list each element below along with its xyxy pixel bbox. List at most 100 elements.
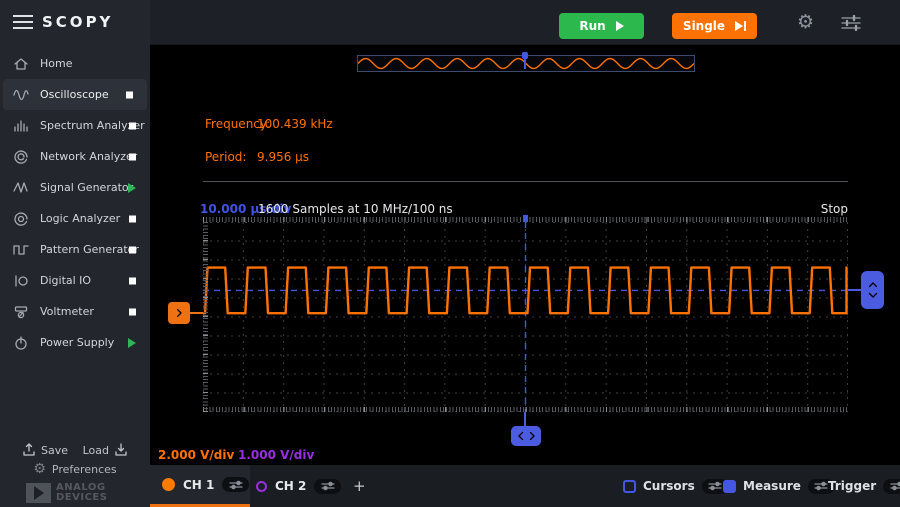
sidebar-item-label: Power Supply <box>40 336 114 349</box>
app-logo: SCOPY <box>42 13 113 31</box>
tune-icon <box>707 481 723 491</box>
sidebar-item-signal-generator[interactable]: Signal Generator <box>0 172 150 203</box>
run-button-label: Run <box>579 19 605 33</box>
sidebar-item-voltmeter[interactable]: Voltmeter <box>0 296 150 327</box>
running-indicator[interactable] <box>128 183 136 193</box>
sidebar-item-label: Oscilloscope <box>40 88 109 101</box>
sidebar-item-power-supply[interactable]: Power Supply <box>0 327 150 358</box>
general-settings-icon[interactable] <box>840 15 862 35</box>
sidebar-item-network-analyzer[interactable]: Network Analyzer <box>0 141 150 172</box>
analog-devices-logo: ANALOG DEVICES <box>26 483 107 503</box>
voltmeter-icon <box>13 304 40 320</box>
preferences-button[interactable]: ⚙ Preferences <box>0 461 150 477</box>
logic-analyzer-icon <box>13 211 40 227</box>
save-icon <box>22 443 36 457</box>
ch2-color-dot[interactable] <box>256 481 267 492</box>
sidebar: Home Oscilloscope Spectrum Analyzer Netw… <box>0 45 150 507</box>
period-label: Period: <box>205 150 246 164</box>
period-measurement: Period: <box>205 150 246 164</box>
ch1-offset-handle[interactable] <box>168 302 190 324</box>
menu-icon[interactable] <box>13 15 33 29</box>
save-label: Save <box>41 444 68 457</box>
oscilloscope-panel: Frequency: 100.439 kHz Period: 9.956 µs … <box>150 45 900 465</box>
home-icon <box>13 56 40 72</box>
preview-trigger-marker-stem <box>524 58 526 69</box>
ch1-label: CH 1 <box>183 478 214 492</box>
sidebar-item-pattern-generator[interactable]: Pattern Generator <box>0 234 150 265</box>
add-channel-button[interactable]: + <box>353 465 366 507</box>
adi-triangle-icon <box>26 483 51 503</box>
network-analyzer-icon <box>13 149 40 165</box>
acquisition-status-label: Stop <box>821 202 848 216</box>
stop-indicator[interactable] <box>126 91 133 98</box>
ch2-label: CH 2 <box>275 479 306 493</box>
cursors-label[interactable]: Cursors <box>643 479 695 493</box>
pattern-generator-icon <box>13 242 40 258</box>
sidebar-item-label: Pattern Generator <box>40 243 139 256</box>
sidebar-item-home[interactable]: Home <box>0 48 150 79</box>
ch1-settings-button[interactable] <box>222 477 249 492</box>
spectrum-analyzer-icon <box>13 118 40 134</box>
scopy-app: SCOPY Run Single ⚙ Home Oscilloscope <box>0 0 900 507</box>
period-value: 9.956 µs <box>257 150 309 164</box>
single-button[interactable]: Single <box>672 13 757 39</box>
trigger-level-connector <box>848 289 861 291</box>
sidebar-item-logic-analyzer[interactable]: Logic Analyzer <box>0 203 150 234</box>
digital-io-icon <box>13 273 40 289</box>
running-indicator[interactable] <box>128 338 136 348</box>
sidebar-item-digital-io[interactable]: Digital IO <box>0 265 150 296</box>
oscilloscope-icon <box>13 87 40 103</box>
play-to-end-icon <box>735 21 746 31</box>
stop-indicator[interactable] <box>129 308 136 315</box>
single-button-label: Single <box>683 19 725 33</box>
chevron-up-icon <box>868 281 878 288</box>
signal-generator-icon <box>13 180 40 196</box>
sidebar-item-spectrum-analyzer[interactable]: Spectrum Analyzer <box>0 110 150 141</box>
sidebar-item-label: Voltmeter <box>40 305 94 318</box>
trigger-label[interactable]: Trigger <box>828 479 876 493</box>
save-button[interactable]: Save <box>22 443 68 457</box>
settings-gear-icon[interactable]: ⚙ <box>797 11 814 33</box>
chevron-down-icon <box>868 292 878 299</box>
chevron-right-icon <box>529 431 536 441</box>
trigger-position-tick[interactable] <box>523 215 528 222</box>
trigger-level-handle[interactable] <box>861 271 884 309</box>
stop-indicator[interactable] <box>129 246 136 253</box>
cursors-checkbox[interactable] <box>623 480 636 493</box>
plot-canvas <box>203 222 848 412</box>
load-icon <box>114 443 128 457</box>
run-button[interactable]: Run <box>559 13 644 39</box>
stop-indicator[interactable] <box>129 277 136 284</box>
preferences-gear-icon: ⚙ <box>33 461 46 477</box>
ch1-scale-label[interactable]: 2.000 V/div <box>158 448 234 462</box>
frequency-value: 100.439 kHz <box>257 117 333 131</box>
trigger-position-handle[interactable] <box>511 426 541 446</box>
chevron-left-icon <box>517 431 524 441</box>
tab-ch2[interactable]: CH 2 <box>250 465 350 507</box>
preferences-label: Preferences <box>52 463 117 476</box>
stop-indicator[interactable] <box>129 215 136 222</box>
tab-ch1[interactable]: CH 1 <box>150 465 250 507</box>
sample-info-label: 1600 Samples at 10 MHz/100 ns <box>258 202 453 216</box>
measure-checkbox[interactable] <box>723 480 736 493</box>
measure-label[interactable]: Measure <box>743 479 801 493</box>
load-label: Load <box>83 444 109 457</box>
ch2-scale-label[interactable]: 1.000 V/div <box>238 448 314 462</box>
sidebar-item-label: Logic Analyzer <box>40 212 120 225</box>
stop-indicator[interactable] <box>129 122 136 129</box>
sidebar-item-label: Home <box>40 57 72 70</box>
tune-icon <box>228 480 244 490</box>
ch2-settings-button[interactable] <box>314 479 341 494</box>
oscilloscope-plot[interactable] <box>203 222 848 412</box>
bottom-bar: CH 1 CH 2 + Cursors Measure <box>150 465 900 507</box>
play-icon <box>616 21 624 31</box>
trigger-position-stem <box>524 412 526 426</box>
load-button[interactable]: Load <box>83 443 128 457</box>
trigger-settings-button[interactable] <box>883 479 900 494</box>
stop-indicator[interactable] <box>129 153 136 160</box>
separator-line <box>203 181 848 182</box>
voltage-ruler-left <box>203 222 208 412</box>
ch1-color-dot[interactable] <box>162 478 175 491</box>
chevron-right-icon <box>174 308 184 318</box>
sidebar-item-oscilloscope[interactable]: Oscilloscope <box>3 79 147 110</box>
